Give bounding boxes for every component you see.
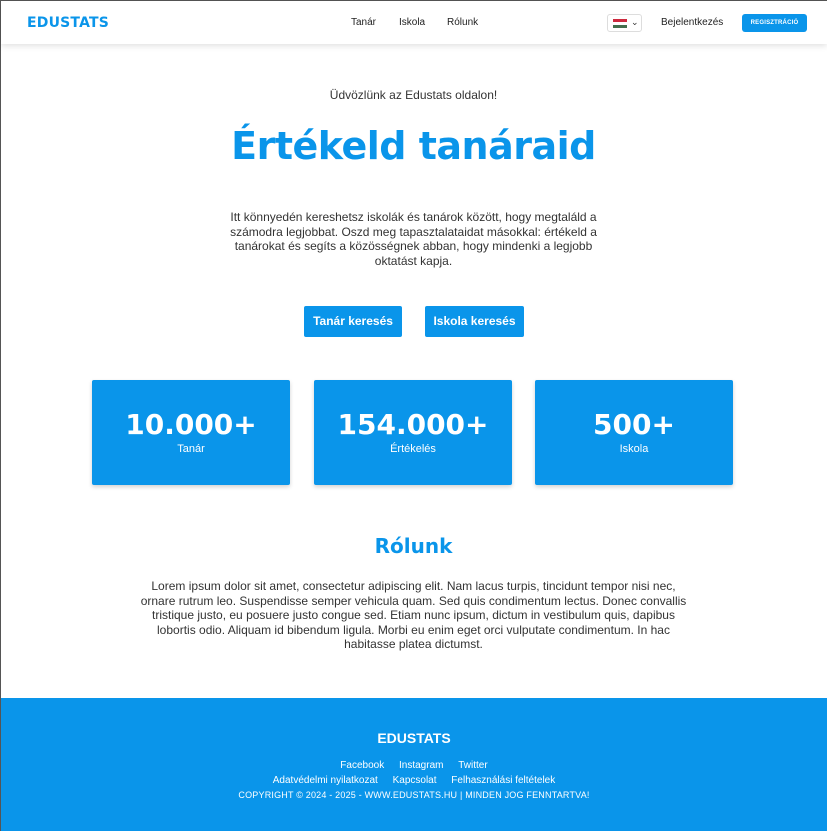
footer-social-links: Facebook Instagram Twitter [1,760,827,771]
footer-link-twitter[interactable]: Twitter [458,760,487,771]
stat-card-teachers: 10.000+ Tanár [92,380,290,485]
footer-link-contact[interactable]: Kapcsolat [393,775,437,786]
nav-link-tanar[interactable]: Tanár [351,17,376,28]
hungary-flag-icon [613,19,627,28]
welcome-text: Üdvözlünk az Edustats oldalon! [329,88,498,102]
stat-card-ratings: 154.000+ Értékelés [314,380,512,485]
school-search-button[interactable]: Iskola keresés [425,306,524,337]
teacher-search-button[interactable]: Tanár keresés [304,306,402,337]
stat-value: 500+ [593,408,675,441]
register-button[interactable]: REGISZTRÁCIÓ [742,14,807,32]
footer-link-facebook[interactable]: Facebook [340,760,384,771]
footer: EDUSTATS Facebook Instagram Twitter Adat… [1,698,827,831]
nav-link-rolunk[interactable]: Rólunk [447,17,478,28]
site-logo[interactable]: EDUSTATS [27,15,109,31]
chevron-down-icon: ⌄ [631,17,639,27]
footer-link-privacy[interactable]: Adatvédelmi nyilatkozat [273,775,378,786]
copyright-text: COPYRIGHT © 2024 - 2025 - WWW.EDUSTATS.H… [238,790,590,800]
language-selector[interactable]: ⌄ [607,14,642,32]
footer-link-terms[interactable]: Felhasználási feltételek [451,775,555,786]
footer-logo: EDUSTATS [377,730,451,746]
login-link[interactable]: Bejelentkezés [661,17,723,28]
stat-value: 154.000+ [337,408,489,441]
about-title: Rólunk [374,534,453,558]
footer-link-instagram[interactable]: Instagram [399,760,443,771]
nav-link-iskola[interactable]: Iskola [399,17,425,28]
stat-card-schools: 500+ Iskola [535,380,733,485]
hero-description: Itt könnyedén kereshetsz iskolák és taná… [230,210,597,268]
stat-label: Iskola [619,443,649,455]
stat-value: 10.000+ [125,408,257,441]
stat-label: Értékelés [390,443,436,455]
about-text: Lorem ipsum dolor sit amet, consectetur … [140,579,687,652]
stat-label: Tanár [177,443,205,455]
hero-title: Értékeld tanáraid [231,124,596,168]
top-navbar: EDUSTATS Tanár Iskola Rólunk ⌄ Bejelentk… [1,1,827,44]
footer-legal-links: Adatvédelmi nyilatkozat Kapcsolat Felhas… [1,775,827,786]
